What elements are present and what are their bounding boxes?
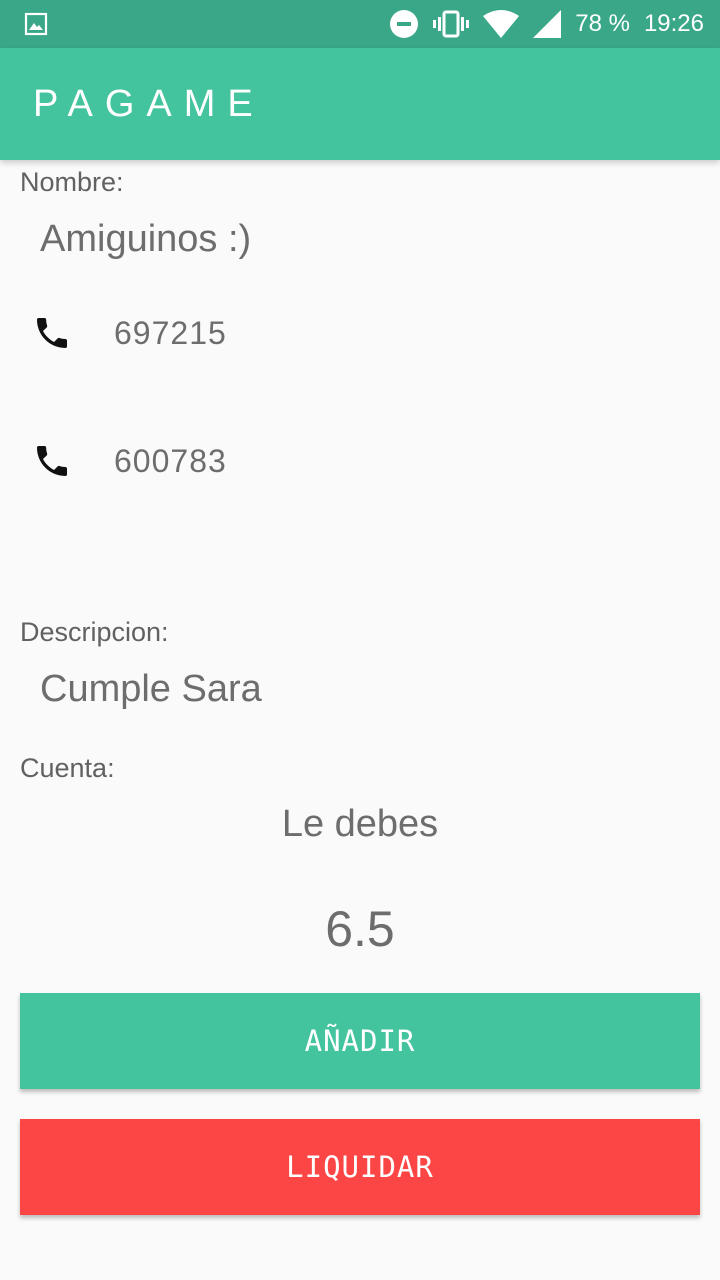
phone-icon[interactable] [32, 313, 72, 353]
phone-icon[interactable] [32, 441, 72, 481]
descripcion-label: Descripcion: [20, 617, 169, 647]
clock: 19:26 [643, 10, 704, 37]
descripcion-value: Cumple Sara [40, 668, 262, 710]
do-not-disturb-icon [389, 9, 419, 39]
signal-icon [533, 10, 562, 38]
cuenta-amount: 6.5 [325, 901, 395, 957]
status-bar: 78 % 19:26 [0, 0, 720, 48]
status-icons: 78 % 19:26 [389, 0, 704, 48]
image-notification-icon [24, 12, 48, 36]
phone-row[interactable]: 600783 [0, 431, 720, 491]
wifi-icon [483, 10, 520, 38]
vibrate-icon [433, 10, 470, 38]
cuenta-label: Cuenta: [20, 753, 115, 783]
liquidar-button[interactable]: LIQUIDAR [20, 1119, 700, 1215]
phone-row[interactable]: 697215 [0, 303, 720, 363]
nombre-value: Amiguinos :) [40, 218, 252, 260]
add-button[interactable]: AÑADIR [20, 993, 700, 1089]
battery-level: 78 % [575, 10, 630, 37]
cuenta-status: Le debes [281, 803, 439, 845]
app-title: PAGAME [33, 82, 265, 125]
nombre-label: Nombre: [20, 167, 124, 197]
app-bar: PAGAME [0, 48, 720, 160]
phone-number: 697215 [114, 315, 227, 351]
phone-number: 600783 [114, 443, 227, 479]
